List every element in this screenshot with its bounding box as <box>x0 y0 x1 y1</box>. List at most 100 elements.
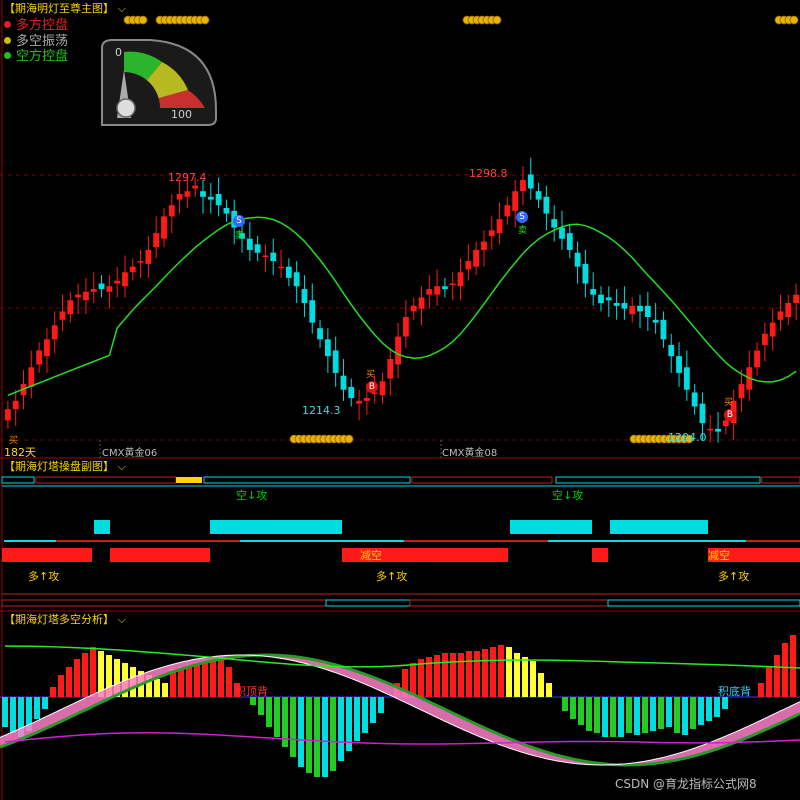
gold-coins-icon <box>492 15 502 25</box>
candle-body <box>192 185 199 189</box>
candle-body <box>426 289 433 295</box>
histogram-bar <box>330 697 336 771</box>
histogram-bar <box>474 651 480 697</box>
sell-badge-1[interactable]: S <box>233 215 245 227</box>
gold-coins-icon <box>138 15 148 25</box>
signal-strip-short <box>1 476 35 484</box>
histogram-bar <box>338 697 344 761</box>
signal-strip-short <box>325 599 411 607</box>
sell-glyph-2: 卖 <box>518 226 528 236</box>
main-panel-title-text: 【期海明灯至尊主图】 <box>4 2 114 15</box>
candle-body <box>285 266 292 278</box>
candle-body <box>270 252 277 262</box>
candle-body <box>98 283 105 290</box>
candle-body <box>83 291 89 301</box>
gauge-min-label: 0 <box>115 46 122 59</box>
candle-body <box>114 280 121 284</box>
main-panel-title[interactable]: 【期海明灯至尊主图】 ⌵ <box>4 2 126 16</box>
short-block <box>210 520 342 534</box>
histogram-bar <box>210 659 216 697</box>
candle-body <box>715 428 721 432</box>
candle-body <box>559 227 565 239</box>
histogram-bar <box>258 697 264 715</box>
signal-strip-long <box>411 476 553 484</box>
histogram-bar <box>298 697 304 767</box>
magenta-line <box>4 731 800 745</box>
price-high-label-2: 1298.8 <box>469 167 508 180</box>
histogram-bar <box>314 697 320 777</box>
buy-glyph-0: 买 <box>9 436 19 446</box>
candle-body <box>5 409 11 421</box>
candle-body <box>605 297 612 301</box>
candle-body <box>153 233 160 248</box>
histogram-bar <box>458 653 464 697</box>
histogram-bar <box>42 697 48 709</box>
short-attack-label-2: 空↓攻 <box>552 489 584 502</box>
chevron-down-icon[interactable]: ⌵ <box>114 2 125 15</box>
candle-body <box>777 311 784 320</box>
candle-body <box>90 289 97 292</box>
histogram-bar <box>218 657 224 697</box>
candle-body <box>434 286 441 295</box>
candle-body <box>200 191 206 197</box>
buy-badge-1[interactable]: B <box>366 381 378 393</box>
candle-body <box>122 272 128 287</box>
candle-body <box>535 191 542 200</box>
gold-coins-icon <box>344 434 354 444</box>
candle-body <box>613 303 620 306</box>
candle-body <box>761 333 768 345</box>
chevron-down-icon[interactable]: ⌵ <box>114 613 125 626</box>
candle-body <box>379 381 386 396</box>
candle-body <box>12 400 19 410</box>
gauge-hub <box>116 98 136 118</box>
histogram-bar <box>434 655 440 697</box>
histogram-bar <box>354 697 360 741</box>
long-block <box>2 548 92 562</box>
reduce-short-label-2: 减空 <box>708 549 730 562</box>
sub1-panel-title[interactable]: 【期海灯塔操盘副图】 ⌵ <box>4 460 126 474</box>
histogram-bar <box>522 657 528 697</box>
reduce-short-label-1: 减空 <box>360 549 382 562</box>
candle-body <box>457 272 464 287</box>
candle-body <box>129 266 136 273</box>
histogram-bar <box>2 697 8 727</box>
long-block <box>592 548 608 562</box>
yellow-dot-icon <box>4 37 11 44</box>
histogram-bar <box>290 697 296 757</box>
sub2-panel-title-text: 【期海灯塔多空分析】 <box>4 613 114 626</box>
signal-strip-long <box>1 599 327 607</box>
legend-item-short: 空方控盘 <box>4 49 68 64</box>
histogram-bar <box>306 697 312 773</box>
histogram-bar <box>674 697 680 733</box>
legend-item-range: 多空振荡 <box>4 34 68 49</box>
histogram-bar <box>442 653 448 697</box>
histogram-bar <box>450 653 456 697</box>
bottom-divergence-label: 积底背 <box>718 685 751 698</box>
candle-body <box>629 305 636 315</box>
candle-body <box>551 219 558 228</box>
candle-body <box>317 328 323 340</box>
histogram-bar <box>50 687 56 697</box>
watermark: CSDN @育龙指标公式网8 <box>615 777 757 791</box>
candle-body <box>543 196 550 214</box>
histogram-bar <box>658 697 664 729</box>
candle-body <box>769 322 776 337</box>
gold-coins-icon <box>200 15 210 25</box>
sell-badge-2[interactable]: S <box>516 211 528 223</box>
buy-badge-2[interactable]: B <box>724 409 736 421</box>
histogram-bar <box>82 653 88 697</box>
candle-body <box>582 263 589 284</box>
legend-label-range: 多空振荡 <box>16 34 69 49</box>
candle-body <box>262 255 269 258</box>
candle-body <box>785 303 792 318</box>
candle-body <box>722 420 729 427</box>
histogram-bar <box>642 697 648 733</box>
histogram-bar <box>274 697 280 737</box>
histogram-bar <box>782 643 788 697</box>
candle-body <box>418 297 425 309</box>
sub2-panel-title[interactable]: 【期海灯塔多空分析】 ⌵ <box>4 613 126 627</box>
candle-body <box>410 305 417 312</box>
sub-chart-1-layer <box>1 476 800 607</box>
chevron-down-icon[interactable]: ⌵ <box>114 460 125 473</box>
candle-body <box>449 283 456 285</box>
